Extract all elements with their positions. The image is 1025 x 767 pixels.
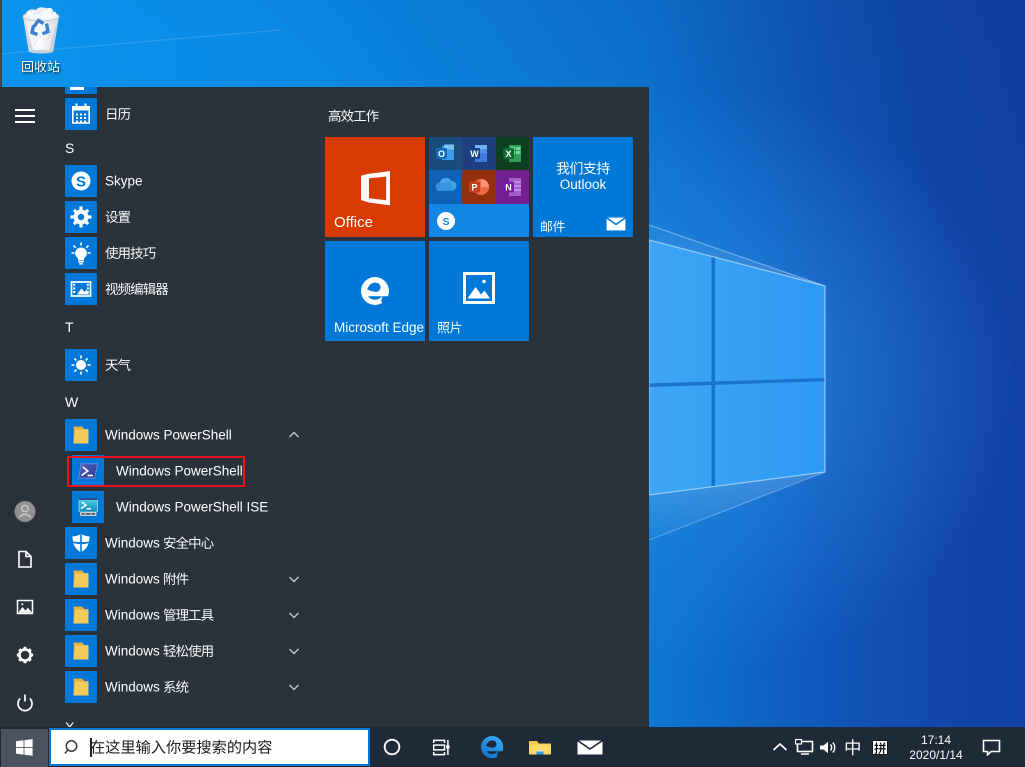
svg-text:S: S: [442, 216, 449, 228]
svg-text:O: O: [438, 149, 445, 159]
svg-text:W: W: [471, 149, 480, 159]
svg-text:S: S: [76, 174, 86, 191]
svg-text:X: X: [505, 149, 511, 159]
svg-text:P: P: [472, 183, 478, 193]
svg-text:N: N: [505, 183, 512, 193]
